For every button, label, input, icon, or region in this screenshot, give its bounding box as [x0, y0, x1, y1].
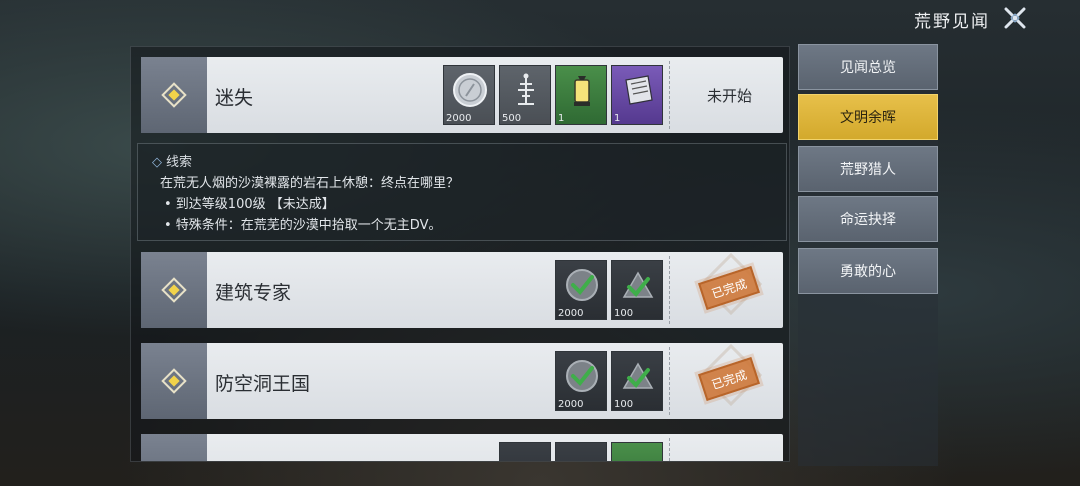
tab-brave-heart[interactable]: 勇敢的心	[798, 248, 938, 294]
quest-diamond-badge	[141, 343, 207, 419]
clue-heading: ◇ 线索	[152, 152, 772, 173]
clue-panel: ◇ 线索 在荒无人烟的沙漠裸露的岩石上休憩：终点在哪里？ • 到达等级100级 【…	[137, 143, 787, 241]
reward-qty: 2000	[558, 308, 584, 319]
reward-qty: 500	[502, 113, 522, 124]
diamond-icon	[161, 368, 187, 394]
clue-diamond-icon: ◇	[152, 155, 162, 170]
silver-coin-icon	[453, 73, 487, 107]
quest-title: 建筑专家	[215, 282, 292, 304]
tab-overview[interactable]: 见闻总览	[798, 44, 938, 90]
reward-check-coin[interactable]: 2000	[555, 260, 607, 320]
page-title: 荒野见闻	[914, 12, 990, 32]
reward-qty: 1	[558, 113, 565, 124]
check-mountain-icon	[622, 362, 654, 389]
clue-description: 在荒无人烟的沙漠裸露的岩石上休憩：终点在哪里？	[160, 176, 460, 191]
reward-slot[interactable]	[555, 442, 607, 461]
quest-card-architect[interactable]: 建筑专家 2000 100 已完成	[141, 252, 783, 328]
reward-antenna[interactable]: 500	[499, 65, 551, 125]
reward-qty: 100	[614, 308, 634, 319]
antenna-icon	[518, 73, 534, 105]
tab-fate-choice[interactable]: 命运抉择	[798, 196, 938, 242]
quest-title: 防空洞王国	[215, 373, 311, 395]
reward-lantern[interactable]: 1	[555, 65, 607, 125]
quest-title: 迷失	[215, 87, 254, 109]
reward-check-mountain[interactable]: 100	[611, 351, 663, 411]
reward-check-coin[interactable]: 2000	[555, 351, 607, 411]
card-divider	[669, 438, 670, 461]
card-divider	[669, 61, 670, 129]
lantern-icon	[574, 76, 590, 106]
reward-check-mountain[interactable]: 100	[611, 260, 663, 320]
reward-qty: 2000	[558, 399, 584, 410]
card-divider	[669, 256, 670, 324]
page-title-wrap: 荒野见闻	[914, 7, 990, 32]
check-coin-icon	[566, 269, 598, 301]
diamond-icon	[161, 277, 187, 303]
quest-list-panel[interactable]: 迷失 2000 500 1 1 未开始 ◇ 线索 在荒无人烟的沙漠裸露的岩石上休…	[130, 46, 790, 462]
tab-wilderness-hunter[interactable]: 荒野猎人	[798, 146, 938, 192]
quest-card-lost[interactable]: 迷失 2000 500 1 1 未开始	[141, 57, 783, 133]
quest-status: 未开始	[707, 87, 753, 105]
check-mountain-icon	[622, 271, 654, 298]
reward-slot[interactable]	[611, 442, 663, 461]
quest-diamond-badge	[141, 57, 207, 133]
category-tab-bar: 见闻总览 文明余晖 荒野猎人 命运抉择 勇敢的心	[798, 44, 938, 466]
diamond-icon	[161, 82, 187, 108]
reward-slot[interactable]	[499, 442, 551, 461]
quest-diamond-badge	[141, 434, 207, 461]
clue-requirement-special: • 特殊条件：在荒芜的沙漠中拾取一个无主DV。	[164, 218, 442, 233]
check-coin-icon	[566, 360, 598, 392]
reward-book[interactable]: 1	[611, 65, 663, 125]
card-divider	[669, 347, 670, 415]
reward-qty: 1	[614, 113, 621, 124]
book-icon	[625, 75, 653, 105]
quest-card-partial[interactable]	[141, 434, 783, 461]
reward-qty: 2000	[446, 113, 472, 124]
reward-silver-coin[interactable]: 2000	[443, 65, 495, 125]
tab-civilization-afterglow[interactable]: 文明余晖	[798, 94, 938, 140]
clue-requirement-level: • 到达等级100级 【未达成】	[164, 197, 335, 212]
clue-heading-label: 线索	[166, 155, 193, 170]
close-x-icon[interactable]	[1002, 5, 1028, 31]
quest-diamond-badge	[141, 252, 207, 328]
quest-card-bunker-kingdom[interactable]: 防空洞王国 2000 100 已完成	[141, 343, 783, 419]
reward-qty: 100	[614, 399, 634, 410]
